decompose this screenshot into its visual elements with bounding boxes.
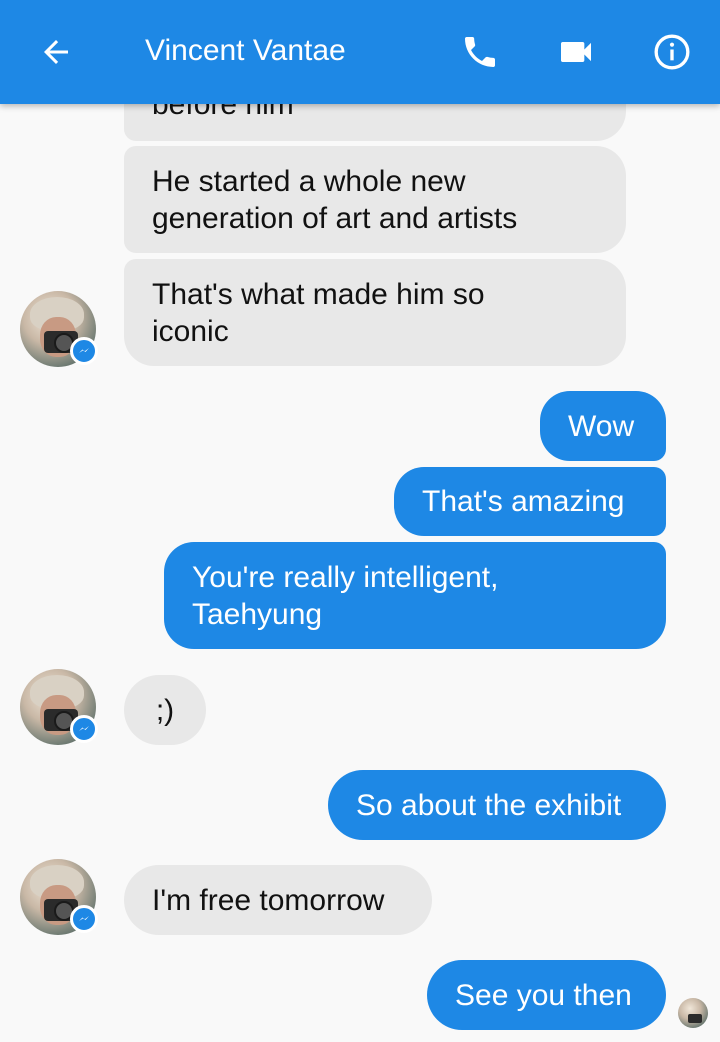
message-text: See you then [455, 978, 632, 1012]
message-text: generation of art and artists [152, 201, 518, 235]
message-bubble-incoming[interactable]: He started a whole new generation of art… [124, 146, 626, 253]
message-bubble-outgoing[interactable]: See you then [427, 960, 666, 1030]
message-bubble-outgoing[interactable]: That's amazing [394, 467, 666, 536]
info-icon [654, 34, 690, 70]
contact-avatar[interactable] [20, 291, 98, 367]
contact-name[interactable]: Vincent Vantae [145, 32, 346, 70]
message-text: That's what made him so [152, 277, 485, 311]
message-text: I'm free tomorrow [152, 883, 385, 917]
arrow-back-icon [44, 40, 68, 64]
message-text: Taehyung [192, 597, 323, 631]
message-bubble-incoming[interactable]: I'm free tomorrow [124, 865, 432, 935]
message-text: ;) [155, 693, 175, 727]
messenger-badge-icon [70, 337, 98, 365]
message-bubble-outgoing[interactable]: You're really intelligent, Taehyung [164, 542, 666, 649]
contact-avatar[interactable] [20, 859, 98, 935]
message-text: So about the exhibit [356, 788, 622, 822]
message-text: He started a whole new [152, 164, 466, 198]
message-bubble-outgoing[interactable]: Wow [540, 391, 666, 461]
message-text: You're really intelligent, [192, 560, 499, 594]
message-text: That's amazing [422, 485, 625, 518]
messenger-badge-icon [70, 905, 98, 933]
message-bubble-incoming[interactable]: ;) [124, 675, 206, 745]
video-call-button[interactable] [548, 24, 604, 80]
read-receipt-avatar [678, 998, 708, 1028]
back-button[interactable] [28, 24, 84, 80]
info-button[interactable] [644, 24, 700, 80]
message-thread[interactable]: before him He started a whole new genera… [0, 0, 720, 1042]
video-camera-icon [561, 42, 591, 62]
conversation-header: Vincent Vantae [0, 0, 720, 104]
phone-icon [465, 37, 495, 67]
message-text: iconic [152, 314, 229, 348]
message-text: Wow [568, 409, 635, 443]
call-button[interactable] [452, 24, 508, 80]
message-bubble-incoming[interactable]: That's what made him so iconic [124, 259, 626, 366]
message-bubble-outgoing[interactable]: So about the exhibit [328, 770, 666, 840]
messenger-badge-icon [70, 715, 98, 743]
contact-avatar[interactable] [20, 669, 98, 745]
